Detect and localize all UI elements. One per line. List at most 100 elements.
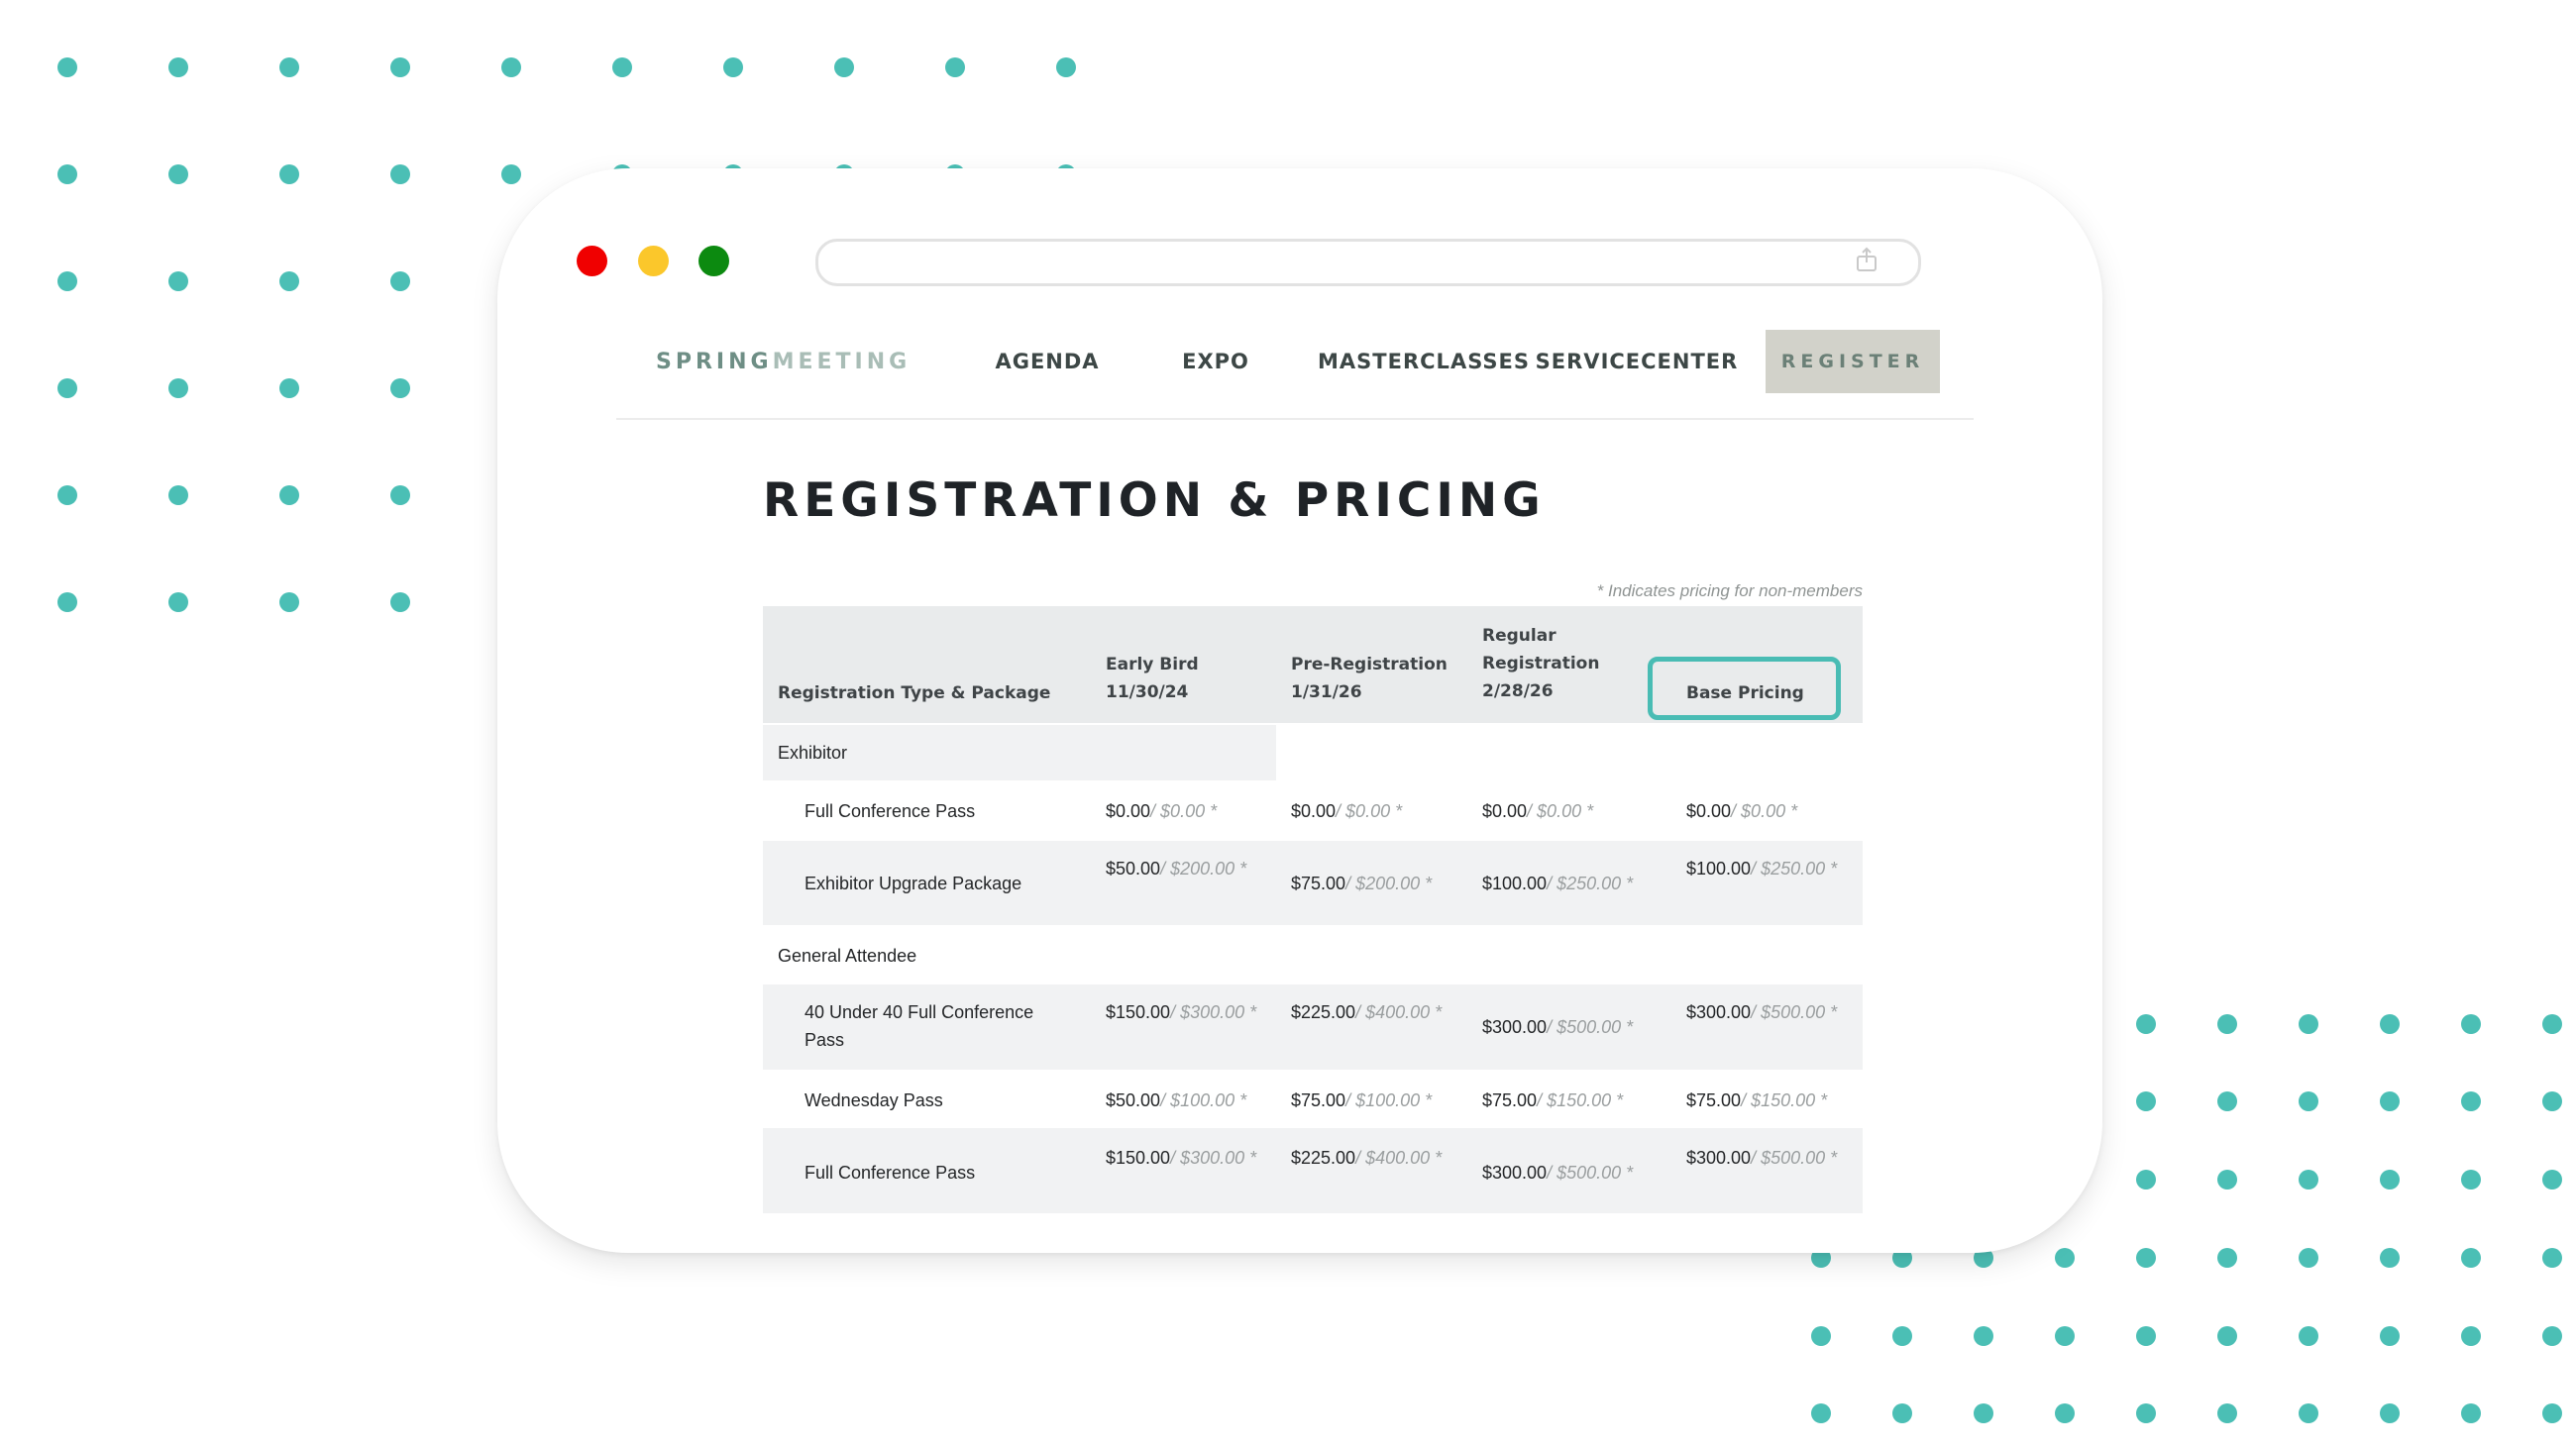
decorative-dot — [2542, 1170, 2562, 1190]
price-cell: $300.00/ $500.00 * — [1482, 1013, 1651, 1041]
nonmember-price: / $250.00 * — [1547, 874, 1634, 893]
price-cell: $150.00/ $300.00 * — [1106, 998, 1274, 1026]
nonmember-price: / $0.00 * — [1527, 801, 1594, 821]
package-name: Full Conference Pass — [805, 1163, 976, 1183]
price-cell: $0.00/ $0.00 * — [1106, 797, 1274, 825]
decorative-dot — [2542, 1091, 2562, 1111]
decorative-dot — [723, 57, 743, 77]
decorative-dot — [279, 271, 299, 291]
header-regular-registration: Regular Registration 2/28/26 — [1482, 622, 1599, 705]
nonmember-price: / $300.00 * — [1170, 1002, 1257, 1022]
header-early-bird-line1: Early Bird — [1106, 655, 1199, 674]
member-price: $150.00 — [1106, 1148, 1171, 1168]
brand-logo[interactable]: SPRING MEETING — [656, 327, 907, 396]
decorative-dot — [2380, 1170, 2400, 1190]
decorative-dot — [168, 592, 188, 612]
decorative-dot — [2217, 1326, 2237, 1346]
decorative-dot — [2217, 1403, 2237, 1423]
decorative-dot — [501, 57, 521, 77]
decorative-dot — [2542, 1326, 2562, 1346]
price-cell: $50.00/ $100.00 * — [1106, 1087, 1274, 1114]
decorative-dot — [2136, 1403, 2156, 1423]
nonmember-price: / $150.00 * — [1537, 1090, 1624, 1110]
member-price: $0.00 — [1482, 801, 1528, 821]
brand-logo-part2: MEETING — [772, 349, 912, 374]
close-window-button[interactable] — [577, 246, 607, 276]
nonmember-price: / $100.00 * — [1160, 1090, 1247, 1110]
decorative-dot — [1811, 1326, 1831, 1346]
header-regular-line1: Regular — [1482, 626, 1556, 646]
decorative-dot — [168, 378, 188, 398]
decorative-dot — [2136, 1248, 2156, 1268]
decorative-dot — [2136, 1091, 2156, 1111]
package-name: Exhibitor Upgrade Package — [805, 874, 1022, 893]
decorative-dot — [279, 57, 299, 77]
decorative-dot — [1892, 1403, 1912, 1423]
price-cell: $50.00/ $200.00 * — [1106, 855, 1274, 882]
decorative-dot — [279, 592, 299, 612]
member-price: $225.00 — [1291, 1148, 1356, 1168]
decorative-dot — [2461, 1014, 2481, 1034]
nonmember-price: / $400.00 * — [1355, 1148, 1443, 1168]
member-price: $0.00 — [1686, 801, 1732, 821]
nav-expo[interactable]: EXPO — [1161, 327, 1270, 396]
header-pre-registration-line1: Pre-Registration — [1291, 655, 1448, 674]
decorative-dot — [279, 485, 299, 505]
package-name: 40 Under 40 Full Conference Pass — [805, 1002, 1034, 1050]
decorative-dot — [1892, 1326, 1912, 1346]
nonmember-price: / $300.00 * — [1170, 1148, 1257, 1168]
decorative-dot — [57, 57, 77, 77]
nonmember-price: / $200.00 * — [1160, 859, 1247, 879]
maximize-window-button[interactable] — [698, 246, 729, 276]
share-icon[interactable] — [1855, 247, 1878, 272]
nonmember-price: / $500.00 * — [1751, 1002, 1838, 1022]
decorative-dot — [2217, 1091, 2237, 1111]
decorative-dot — [2299, 1091, 2318, 1111]
member-price: $75.00 — [1482, 1090, 1538, 1110]
price-cell: $75.00/ $100.00 * — [1291, 1087, 1459, 1114]
register-button[interactable]: REGISTER — [1766, 330, 1940, 393]
decorative-dot — [390, 592, 410, 612]
non-member-note: * Indicates pricing for non-members — [1596, 581, 1863, 600]
decorative-dot — [2055, 1326, 2075, 1346]
address-bar[interactable] — [815, 239, 1921, 286]
nav-service-line1: SERVICE — [1535, 350, 1642, 373]
decorative-dot — [2461, 1403, 2481, 1423]
member-price: $225.00 — [1291, 1002, 1356, 1022]
decorative-dot — [2461, 1170, 2481, 1190]
member-price: $0.00 — [1106, 801, 1151, 821]
nav-agenda[interactable]: AGENDA — [983, 327, 1112, 396]
decorative-dot — [2542, 1014, 2562, 1034]
page-title: REGISTRATION & PRICING — [763, 473, 1546, 528]
decorative-dot — [2461, 1326, 2481, 1346]
decorative-dot — [2299, 1014, 2318, 1034]
nonmember-price: / $500.00 * — [1751, 1148, 1838, 1168]
header-early-bird-line2: 11/30/24 — [1106, 682, 1189, 702]
price-cell: $225.00/ $400.00 * — [1291, 998, 1459, 1026]
member-price: $0.00 — [1291, 801, 1337, 821]
group-general-attendee: General Attendee — [778, 946, 917, 966]
decorative-dot — [279, 164, 299, 184]
member-price: $300.00 — [1482, 1017, 1548, 1037]
nonmember-price: / $250.00 * — [1751, 859, 1838, 879]
decorative-dot — [2136, 1170, 2156, 1190]
nonmember-price: / $200.00 * — [1345, 874, 1433, 893]
minimize-window-button[interactable] — [638, 246, 669, 276]
decorative-dot — [834, 57, 854, 77]
price-cell: $300.00/ $500.00 * — [1482, 1159, 1651, 1187]
decorative-dot — [168, 164, 188, 184]
decorative-dot — [2461, 1091, 2481, 1111]
header-pre-registration: Pre-Registration 1/31/26 — [1291, 651, 1448, 706]
nonmember-price: / $0.00 * — [1150, 801, 1218, 821]
decorative-dot — [390, 485, 410, 505]
price-cell: $100.00/ $250.00 * — [1686, 855, 1855, 882]
price-cell: $75.00/ $150.00 * — [1686, 1087, 1855, 1114]
nav-service-center[interactable]: SERVICE CENTER — [1536, 327, 1738, 396]
decorative-dot — [2380, 1014, 2400, 1034]
decorative-dot — [390, 271, 410, 291]
nonmember-price: / $0.00 * — [1336, 801, 1403, 821]
price-cell: $0.00/ $0.00 * — [1686, 797, 1855, 825]
nonmember-price: / $100.00 * — [1345, 1090, 1433, 1110]
decorative-dot — [2217, 1014, 2237, 1034]
nav-masterclasses[interactable]: MASTERCLASSES — [1310, 327, 1538, 396]
